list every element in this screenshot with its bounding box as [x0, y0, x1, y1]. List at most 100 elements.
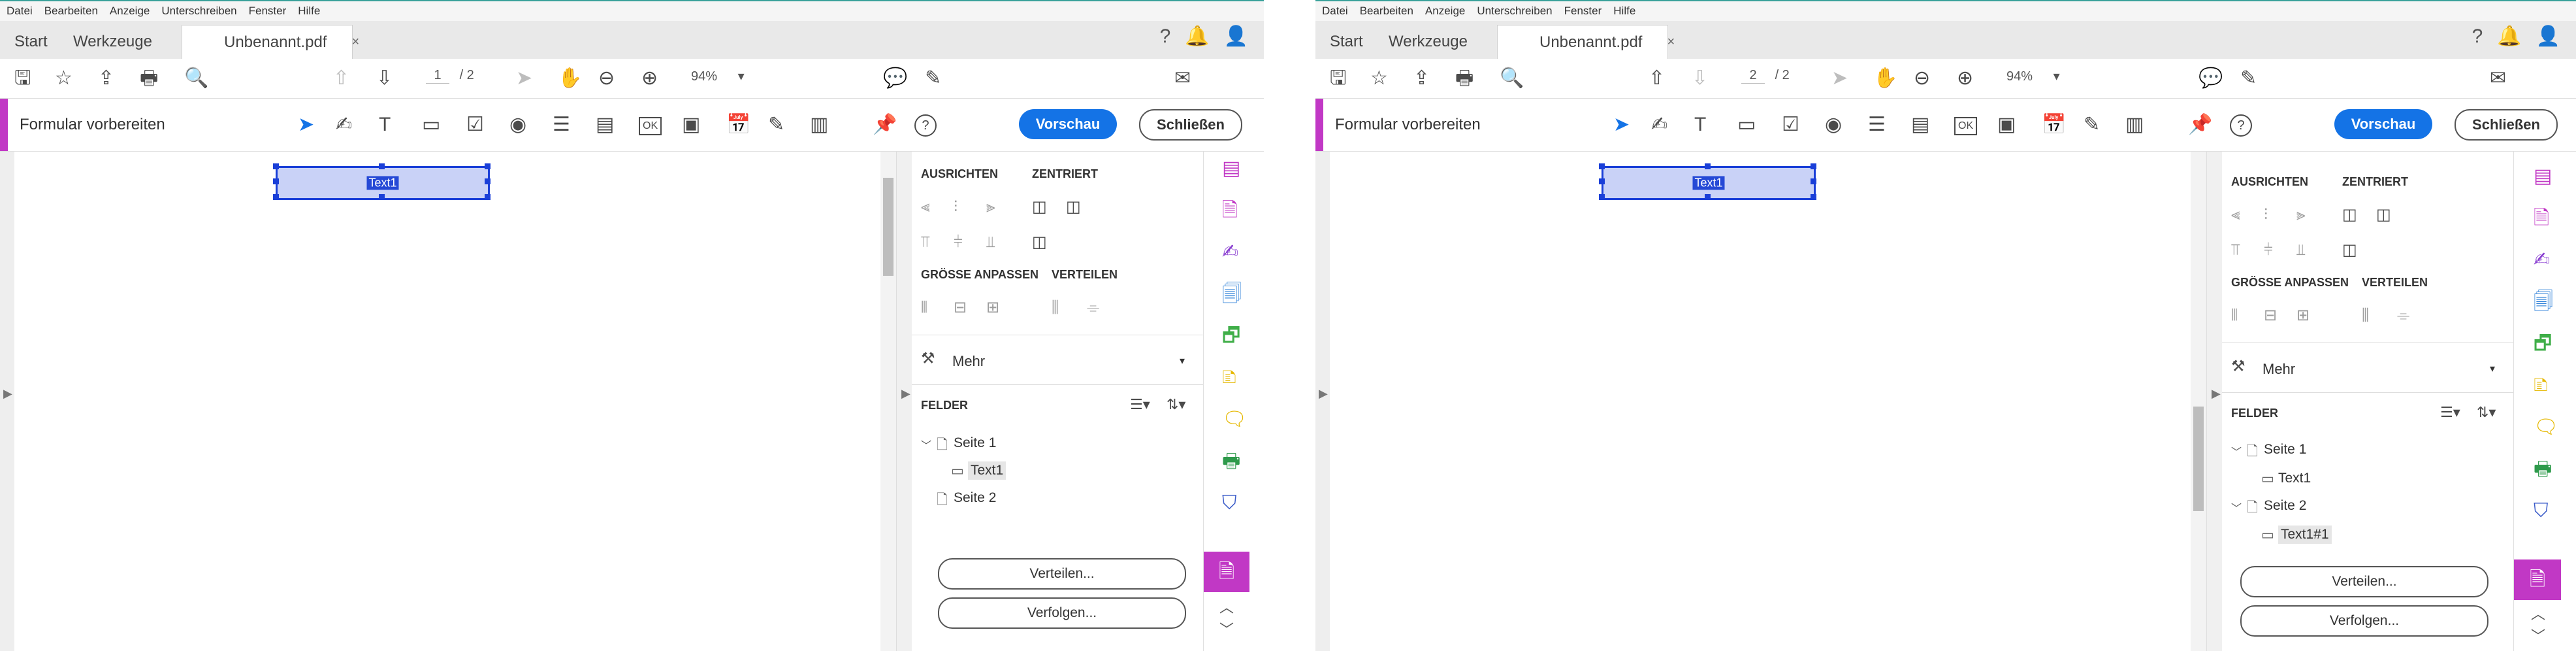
page-navigator[interactable]: 1 / 2	[426, 68, 474, 84]
match-height-icon[interactable]: ⊟	[2264, 307, 2277, 324]
avatar-icon[interactable]: 👤	[1224, 25, 1248, 48]
align-right-icon[interactable]: ⫸	[986, 199, 995, 216]
distribute-vertical-icon[interactable]: ⌯	[2397, 307, 2409, 324]
edit-pdf-icon[interactable]: 🗎	[2534, 207, 2549, 230]
document-scrollbar[interactable]	[2191, 152, 2206, 651]
tree-item-text1[interactable]: Text1	[2278, 471, 2311, 486]
left-panel-toggle[interactable]: ▶	[0, 152, 14, 651]
help-circle-icon[interactable]: ?	[2230, 114, 2252, 137]
scroll-thumb[interactable]	[2193, 407, 2204, 511]
hand-tool-icon[interactable]: ✋	[558, 67, 582, 90]
preview-button[interactable]: Vorschau	[1019, 109, 1117, 139]
page-down-icon[interactable]: ⇩	[1692, 67, 1708, 90]
comment-tool-icon[interactable]: 🗨	[1222, 408, 1247, 431]
resize-handle[interactable]	[1599, 163, 1605, 169]
distribute-horizontal-icon[interactable]: ⫼	[2362, 307, 2369, 324]
zoom-selector[interactable]: 94% ▾	[2006, 68, 2060, 84]
menu-bearbeiten[interactable]: Bearbeiten	[44, 5, 98, 18]
star-icon[interactable]: ☆	[1370, 67, 1388, 90]
chevron-up-icon[interactable]: ︿	[1219, 596, 1234, 620]
digital-signature-icon[interactable]: ✎	[2084, 113, 2100, 137]
resize-handle[interactable]	[485, 178, 491, 184]
export-pdf-icon[interactable]: 🗗	[1222, 324, 1240, 348]
sort-icon[interactable]: ☰▾	[1130, 396, 1150, 413]
center-horizontal-icon[interactable]: ◫	[2342, 207, 2357, 224]
comment-tool-icon[interactable]: 🗨	[2534, 416, 2558, 439]
search-icon[interactable]: 🔍	[184, 67, 208, 90]
match-width-icon[interactable]: ⫴	[921, 299, 927, 316]
image-field-icon[interactable]: ▣	[1997, 113, 2016, 137]
menu-unterschreiben[interactable]: Unterschreiben	[1477, 5, 1552, 18]
select-tool-icon[interactable]: ➤	[516, 67, 532, 90]
bell-icon[interactable]: 🔔	[1185, 25, 1209, 48]
resize-handle[interactable]	[1811, 194, 1816, 200]
match-height-icon[interactable]: ⊟	[954, 299, 967, 316]
radio-icon[interactable]: ◉	[509, 113, 526, 137]
text-tool-icon[interactable]: T	[1694, 113, 1706, 137]
star-icon[interactable]: ☆	[55, 67, 72, 90]
center-horizontal-icon[interactable]: ◫	[1032, 199, 1047, 216]
sort-icon[interactable]: ☰▾	[2440, 404, 2460, 421]
upload-icon[interactable]: ⇪	[1413, 67, 1430, 90]
help-icon[interactable]: ?	[2472, 25, 2483, 48]
list-box-icon[interactable]: ☰	[553, 113, 570, 137]
chevron-down-icon[interactable]: ﹀	[2231, 443, 2242, 459]
send-comment-icon[interactable]: 🗈	[1222, 366, 1236, 390]
align-middle-icon[interactable]: ⫩	[2264, 242, 2273, 259]
resize-handle[interactable]	[1811, 178, 1816, 184]
panel-collapse-toggle[interactable]: ▶	[2206, 152, 2223, 651]
zoom-in-icon[interactable]: ⊕	[641, 67, 658, 90]
sort-order-icon[interactable]: ⇅▾	[1167, 396, 1185, 413]
save-icon[interactable]: 🖫	[1330, 67, 1347, 90]
dropdown-field-icon[interactable]: ▤	[596, 113, 614, 137]
page-number-input[interactable]: 2	[1741, 68, 1765, 84]
print-production-icon[interactable]: 🖶	[1222, 450, 1240, 473]
document-scrollbar[interactable]	[880, 152, 896, 651]
resize-handle[interactable]	[1599, 194, 1605, 200]
close-tab-icon[interactable]: ×	[1667, 35, 1675, 50]
align-left-icon[interactable]: ⫷	[2231, 207, 2240, 224]
organize-pages-icon[interactable]: ▤	[2534, 165, 2552, 188]
track-form-button[interactable]: Verfolgen...	[2240, 605, 2488, 637]
pen-icon[interactable]: ✎	[925, 67, 941, 90]
image-field-icon[interactable]: ▣	[682, 113, 700, 137]
page-navigator[interactable]: 2 / 2	[1741, 68, 1790, 84]
mail-icon[interactable]: ✉	[2490, 67, 2506, 90]
search-icon[interactable]: 🔍	[1500, 67, 1524, 90]
organize-pages-icon[interactable]: ▤	[1222, 157, 1240, 180]
hand-tool-icon[interactable]: ✋	[1873, 67, 1897, 90]
cursor-tool-icon[interactable]: ➤	[298, 113, 314, 137]
page-number-input[interactable]: 1	[426, 68, 449, 84]
match-width-icon[interactable]: ⫴	[2231, 307, 2238, 324]
bell-icon[interactable]: 🔔	[2497, 25, 2521, 48]
zoom-out-icon[interactable]: ⊖	[598, 67, 615, 90]
export-pdf-icon[interactable]: 🗗	[2534, 332, 2552, 356]
align-bottom-icon[interactable]: ⫫	[2296, 242, 2306, 259]
resize-handle[interactable]	[379, 163, 385, 169]
tree-item-seite-2[interactable]: Seite 2	[2264, 498, 2306, 514]
tab-tools[interactable]: Werkzeuge	[1389, 25, 1468, 59]
dropdown-field-icon[interactable]: ▤	[1911, 113, 1929, 137]
barcode-field-icon[interactable]: ▥	[2125, 113, 2144, 137]
signature-field-icon[interactable]: ✍	[1651, 113, 1667, 137]
page-down-icon[interactable]: ⇩	[376, 67, 393, 90]
close-tool-button[interactable]: Schließen	[1139, 109, 1242, 141]
save-icon[interactable]: 🖫	[14, 67, 31, 90]
resize-handle[interactable]	[1705, 163, 1711, 169]
chevron-down-icon[interactable]: ▾	[2490, 362, 2495, 375]
barcode-field-icon[interactable]: ▥	[810, 113, 828, 137]
tree-item-seite-1[interactable]: Seite 1	[2264, 442, 2306, 458]
print-production-icon[interactable]: 🖶	[2534, 458, 2552, 481]
center-vertical-icon[interactable]: ◫	[1066, 199, 1081, 216]
chevron-down-icon[interactable]: ﹀	[921, 437, 931, 452]
upload-icon[interactable]: ⇪	[98, 67, 114, 90]
print-icon[interactable]: 🖶	[1455, 67, 1473, 90]
protect-icon[interactable]: ⛉	[2534, 499, 2549, 523]
preview-button[interactable]: Vorschau	[2334, 109, 2432, 139]
resize-handle[interactable]	[379, 194, 385, 200]
more-label[interactable]: Mehr	[952, 353, 985, 370]
match-both-icon[interactable]: ⊞	[986, 299, 999, 316]
left-panel-toggle[interactable]: ▶	[1315, 152, 1330, 651]
fill-sign-icon[interactable]: ✍	[2534, 248, 2550, 272]
distribute-form-button[interactable]: Verteilen...	[2240, 566, 2488, 597]
